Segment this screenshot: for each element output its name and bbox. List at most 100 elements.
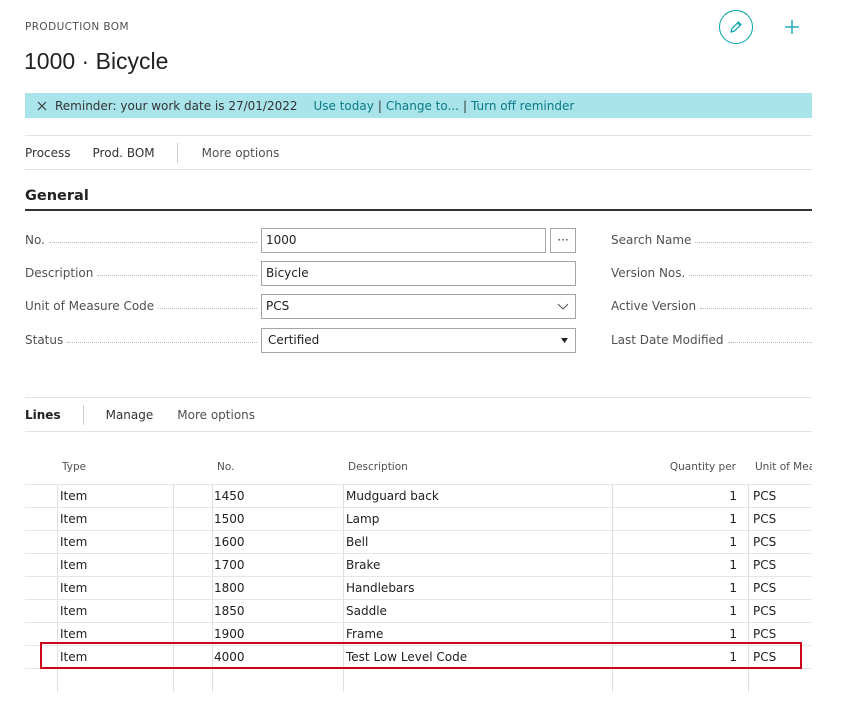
cell-description: Lamp [346,512,380,526]
process-menu[interactable]: Process [25,146,71,160]
cell-type: Item [60,512,88,526]
table-row[interactable]: Item 4000 Test Low Level Code 1 PCS [25,645,812,668]
active-version-label: Active Version [611,299,697,313]
column-header-quantity-per[interactable]: Quantity per [613,461,736,473]
cell-type: Item [60,535,88,549]
new-button[interactable] [779,14,805,40]
header-actions [719,10,805,44]
divider [176,142,178,163]
column-header-no[interactable]: No. [217,461,234,473]
uom-input[interactable]: PCS [261,293,576,319]
link-separator: | [462,98,467,113]
description-input[interactable]: Bicycle [261,260,576,286]
cell-uom: PCS [753,489,777,503]
table-row[interactable]: Item 1600 Bell 1 PCS [25,530,812,553]
cell-description: Bell [346,535,369,549]
change-to-link[interactable]: Change to... [386,99,459,113]
prod-bom-menu[interactable]: Prod. BOM [93,146,155,160]
edit-button[interactable] [719,10,753,44]
column-header-description[interactable]: Description [348,461,408,473]
no-input[interactable]: 1000 [261,227,546,253]
table-row[interactable]: Item 1900 Frame 1 PCS [25,622,812,645]
cell-uom: PCS [753,604,777,618]
work-date-reminder-banner: Reminder: your work date is 27/01/2022 U… [25,93,812,118]
cell-type: Item [60,558,88,572]
cell-quantity: 1 [729,650,737,664]
cell-description: Brake [346,558,381,572]
column-header-unit-of-measure[interactable]: Unit of Meas [755,461,812,473]
no-label: No. [25,233,49,247]
uom-value: PCS [266,299,290,313]
cell-type: Item [60,581,88,595]
cell-quantity: 1 [729,627,737,641]
table-row[interactable]: Item 1700 Brake 1 PCS [25,553,812,576]
general-section-title[interactable]: General [25,188,89,204]
version-nos-label: Version Nos. [611,266,686,280]
link-separator: | [377,98,382,113]
field-last-date-modified[interactable]: Last Date Modified [611,327,812,353]
cell-quantity: 1 [729,489,737,503]
empty-row[interactable] [25,668,812,691]
plus-icon [785,20,799,34]
lines-more-options-button[interactable]: More options [177,408,255,422]
status-select[interactable]: Certified [261,327,576,353]
cell-description: Handlebars [346,581,415,595]
field-version-nos[interactable]: Version Nos. [611,260,812,286]
uom-label: Unit of Measure Code [25,299,159,313]
cell-uom: PCS [753,535,777,549]
table-row[interactable]: Item 1500 Lamp 1 PCS [25,507,812,530]
cell-uom: PCS [753,581,777,595]
no-assist-button[interactable]: ··· [550,227,576,253]
use-today-link[interactable]: Use today [313,99,373,113]
cell-quantity: 1 [729,558,737,572]
cell-quantity: 1 [729,535,737,549]
page-action-bar: Process Prod. BOM More options [25,135,812,170]
cell-no: 1500 [214,512,245,526]
status-value: Certified [268,333,320,347]
cell-description: Mudguard back [346,489,439,503]
table-row[interactable]: Item 1450 Mudguard back 1 PCS [25,484,812,507]
field-search-name[interactable]: Search Name [611,227,812,253]
cell-no: 1700 [214,558,245,572]
cell-type: Item [60,627,88,641]
cell-uom: PCS [753,558,777,572]
table-row[interactable]: Item 1850 Saddle 1 PCS [25,599,812,622]
dismiss-reminder-button[interactable] [37,101,47,111]
more-options-button[interactable]: More options [202,146,280,160]
page-title: 1000 · Bicycle [24,48,169,74]
page-caption: PRODUCTION BOM [25,21,129,33]
cell-quantity: 1 [729,581,737,595]
cell-no: 1850 [214,604,245,618]
cell-uom: PCS [753,512,777,526]
field-description: Description Bicycle [25,260,576,286]
field-active-version[interactable]: Active Version [611,293,812,319]
manage-menu[interactable]: Manage [106,408,154,422]
section-divider [25,209,812,211]
cell-uom: PCS [753,650,777,664]
cell-no: 1900 [214,627,245,641]
pencil-icon [730,21,742,33]
last-date-modified-label: Last Date Modified [611,333,724,347]
turn-off-reminder-link[interactable]: Turn off reminder [471,99,574,113]
cell-type: Item [60,604,88,618]
table-row[interactable]: Item 1800 Handlebars 1 PCS [25,576,812,599]
column-header-type[interactable]: Type [62,461,86,473]
field-uom: Unit of Measure Code PCS [25,293,576,319]
grid-header: Type No. Description Quantity per Unit o… [25,452,812,484]
lines-action-bar: Lines Manage More options [25,397,812,432]
reminder-text: Reminder: your work date is 27/01/2022 [55,98,298,113]
description-label: Description [25,266,98,280]
field-no: No. 1000 ··· [25,227,576,253]
cell-uom: PCS [753,627,777,641]
cell-no: 1600 [214,535,245,549]
cell-description: Saddle [346,604,387,618]
status-label: Status [25,333,68,347]
lines-section-title[interactable]: Lines [25,408,61,422]
cell-no: 1800 [214,581,245,595]
field-status: Status Certified [25,327,576,353]
lines-grid: Type No. Description Quantity per Unit o… [25,452,812,692]
cell-no: 4000 [214,650,245,664]
cell-description: Frame [346,627,384,641]
cell-type: Item [60,489,88,503]
cell-type: Item [60,650,88,664]
